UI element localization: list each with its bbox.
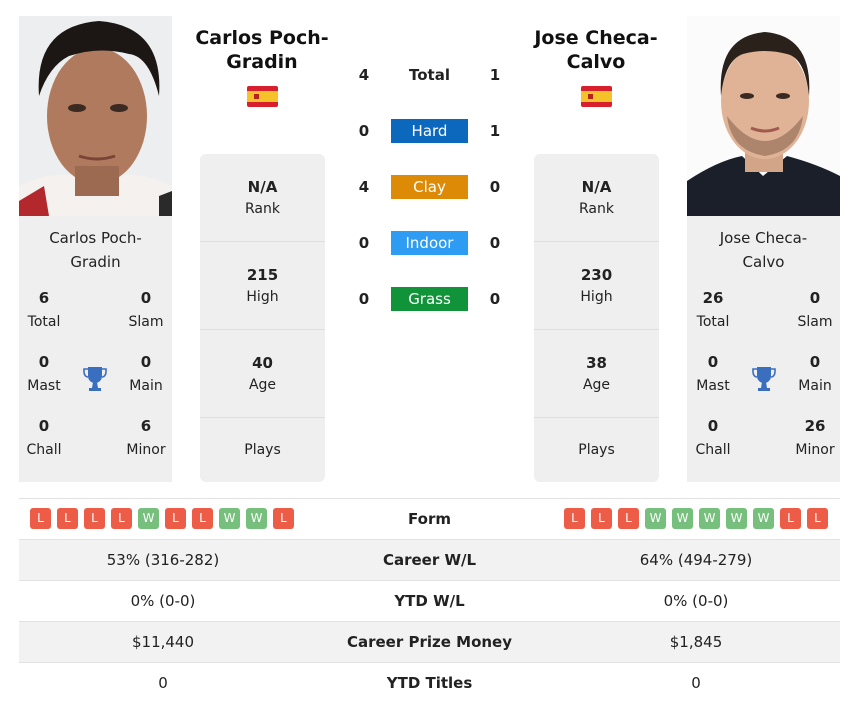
form-badge-loss[interactable]: L <box>57 508 78 529</box>
form-badge-loss[interactable]: L <box>564 508 585 529</box>
player1-form: LLLLWLLWWL <box>30 508 294 529</box>
stat-plays: Plays <box>244 442 281 458</box>
form-badge-loss[interactable]: L <box>591 508 612 529</box>
titles-chall: 0 Chall <box>26 417 62 458</box>
titles-main: 0 Main <box>129 353 163 394</box>
player1-prize-money: $11,440 <box>131 633 195 651</box>
player2-card-name: Jose Checa- Calvo <box>719 229 808 271</box>
stat-high: 215 High <box>200 242 325 330</box>
stat-plays: Plays <box>578 442 615 458</box>
trophy-icon <box>83 366 107 392</box>
stat-age: 40 Age <box>200 330 325 418</box>
player1-card: Carlos Poch- Gradin 6 Total 0 Slam 0 Mas… <box>19 16 172 482</box>
titles-total: 26 Total <box>696 289 730 330</box>
titles-mast: 0 Mast <box>696 353 730 394</box>
player2-photo[interactable] <box>687 16 840 216</box>
prize-money-row: $11,440 Career Prize Money $1,845 <box>19 621 840 662</box>
titles-minor: 6 Minor <box>126 417 166 458</box>
player1-career-wl: 53% (316-282) <box>106 551 220 569</box>
player2-ytd-wl: 0% (0-0) <box>663 592 729 610</box>
form-badge-loss[interactable]: L <box>30 508 51 529</box>
form-badge-loss[interactable]: L <box>780 508 801 529</box>
form-badge-loss[interactable]: L <box>618 508 639 529</box>
form-badge-loss[interactable]: L <box>165 508 186 529</box>
form-badge-win[interactable]: W <box>138 508 159 529</box>
spain-flag-icon <box>247 86 278 107</box>
form-badge-loss[interactable]: L <box>273 508 294 529</box>
titles-minor: 26 Minor <box>795 417 835 458</box>
player1-stats: N/A Rank 215 High 40 Age Plays <box>200 154 325 482</box>
player2-career-wl: 64% (494-279) <box>639 551 753 569</box>
career-wl-label: Career W/L <box>382 551 477 569</box>
h2h-indoor: 0 Indoor 0 <box>350 231 510 255</box>
player1-ytd-titles: 0 <box>158 674 168 692</box>
form-badge-win[interactable]: W <box>699 508 720 529</box>
player1-card-name: Carlos Poch- Gradin <box>49 229 142 271</box>
player2-ytd-titles: 0 <box>691 674 701 692</box>
h2h-hard: 0 Hard 1 <box>350 119 510 143</box>
form-badge-win[interactable]: W <box>246 508 267 529</box>
ytd-titles-label: YTD Titles <box>386 674 473 692</box>
form-badge-win[interactable]: W <box>645 508 666 529</box>
h2h-grass: 0 Grass 0 <box>350 287 510 311</box>
career-wl-row: 53% (316-282) Career W/L 64% (494-279) <box>19 539 840 580</box>
titles-slam: 0 Slam <box>797 289 833 330</box>
form-badge-loss[interactable]: L <box>111 508 132 529</box>
player2-prize-money: $1,845 <box>669 633 723 651</box>
stat-rank: N/A Rank <box>534 154 659 242</box>
form-badge-loss[interactable]: L <box>192 508 213 529</box>
player2-card: Jose Checa- Calvo 26 Total 0 Slam 0 Mast… <box>687 16 840 482</box>
form-badge-win[interactable]: W <box>672 508 693 529</box>
stat-high: 230 High <box>534 242 659 330</box>
form-badge-win[interactable]: W <box>753 508 774 529</box>
h2h-clay: 4 Clay 0 <box>350 175 510 199</box>
player1-name[interactable]: Carlos Poch- Gradin <box>172 26 352 74</box>
stat-age: 38 Age <box>534 330 659 418</box>
surface-hard-badge[interactable]: Hard <box>391 119 468 143</box>
titles-slam: 0 Slam <box>128 289 164 330</box>
stat-rank: N/A Rank <box>200 154 325 242</box>
form-badge-loss[interactable]: L <box>84 508 105 529</box>
titles-total: 6 Total <box>27 289 61 330</box>
surface-clay-badge[interactable]: Clay <box>391 175 468 199</box>
player2-form: LLLWWWWWLL <box>564 508 828 529</box>
h2h-total: 4 Total 1 <box>358 66 501 84</box>
ytd-titles-row: 0 YTD Titles 0 <box>19 662 840 703</box>
titles-mast: 0 Mast <box>27 353 61 394</box>
ytd-wl-label: YTD W/L <box>394 592 465 610</box>
surface-grass-badge[interactable]: Grass <box>391 287 468 311</box>
titles-main: 0 Main <box>798 353 832 394</box>
form-label: Form <box>408 510 451 528</box>
trophy-icon <box>752 366 776 392</box>
spain-flag-icon <box>581 86 612 107</box>
titles-chall: 0 Chall <box>695 417 731 458</box>
form-row: LLLLWLLWWL Form LLLWWWWWLL <box>19 498 840 539</box>
form-badge-win[interactable]: W <box>219 508 240 529</box>
form-badge-win[interactable]: W <box>726 508 747 529</box>
prize-money-label: Career Prize Money <box>346 633 512 651</box>
player1-photo[interactable] <box>19 16 172 216</box>
form-badge-loss[interactable]: L <box>807 508 828 529</box>
player1-ytd-wl: 0% (0-0) <box>130 592 196 610</box>
player2-stats: N/A Rank 230 High 38 Age Plays <box>534 154 659 482</box>
ytd-wl-row: 0% (0-0) YTD W/L 0% (0-0) <box>19 580 840 621</box>
player2-name[interactable]: Jose Checa- Calvo <box>506 26 686 74</box>
surface-indoor-badge[interactable]: Indoor <box>391 231 468 255</box>
